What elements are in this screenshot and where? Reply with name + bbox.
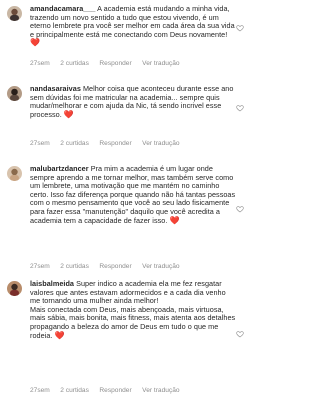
comment-time: 27sem xyxy=(30,60,50,67)
likes-count[interactable]: 2 curtidas xyxy=(60,263,89,270)
like-heart-icon[interactable] xyxy=(236,205,244,213)
like-heart-icon[interactable] xyxy=(236,24,244,32)
translate-button[interactable]: Ver tradução xyxy=(142,387,179,394)
like-heart-icon[interactable] xyxy=(236,104,244,112)
likes-count[interactable]: 2 curtidas xyxy=(60,387,89,394)
comment-text: laisbalmeida Super indico a academia ela… xyxy=(30,279,237,340)
heart-emoji: ❤️ xyxy=(54,330,65,340)
avatar[interactable] xyxy=(7,281,22,296)
avatar[interactable] xyxy=(7,86,22,101)
reply-button[interactable]: Responder xyxy=(99,263,131,270)
reply-button[interactable]: Responder xyxy=(99,387,131,394)
comment-time: 27sem xyxy=(30,387,50,394)
comment-text: malubartzdancer Pra mim a academia é um … xyxy=(30,164,237,225)
avatar[interactable] xyxy=(7,6,22,21)
comment-time: 27sem xyxy=(30,263,50,270)
reply-button[interactable]: Responder xyxy=(99,140,131,147)
heart-emoji: ❤️ xyxy=(63,109,74,119)
translate-button[interactable]: Ver tradução xyxy=(142,60,179,67)
comment-body: Pra mim a academia é um lugar onde sempr… xyxy=(30,164,236,225)
like-heart-icon[interactable] xyxy=(236,330,244,338)
comment-meta: 27sem 2 curtidas Responder Ver tradução xyxy=(30,387,237,394)
likes-count[interactable]: 2 curtidas xyxy=(60,60,89,67)
comment-meta: 27sem 2 curtidas Responder Ver tradução xyxy=(30,140,237,147)
comment-meta: 27sem 2 curtidas Responder Ver tradução xyxy=(30,60,237,67)
likes-count[interactable]: 2 curtidas xyxy=(60,140,89,147)
comments-feed: amandacamara___ A academia está mudando … xyxy=(0,0,250,397)
comment-text: amandacamara___ A academia está mudando … xyxy=(30,4,237,48)
comment-time: 27sem xyxy=(30,140,50,147)
comment-text: nandasaraivas Melhor coisa que aconteceu… xyxy=(30,84,237,119)
heart-emoji: ❤️ xyxy=(169,215,180,225)
reply-button[interactable]: Responder xyxy=(99,60,131,67)
avatar[interactable] xyxy=(7,166,22,181)
heart-emoji: ❤️ xyxy=(30,38,41,48)
translate-button[interactable]: Ver tradução xyxy=(142,263,179,270)
translate-button[interactable]: Ver tradução xyxy=(142,140,179,147)
comment-meta: 27sem 2 curtidas Responder Ver tradução xyxy=(30,263,237,270)
